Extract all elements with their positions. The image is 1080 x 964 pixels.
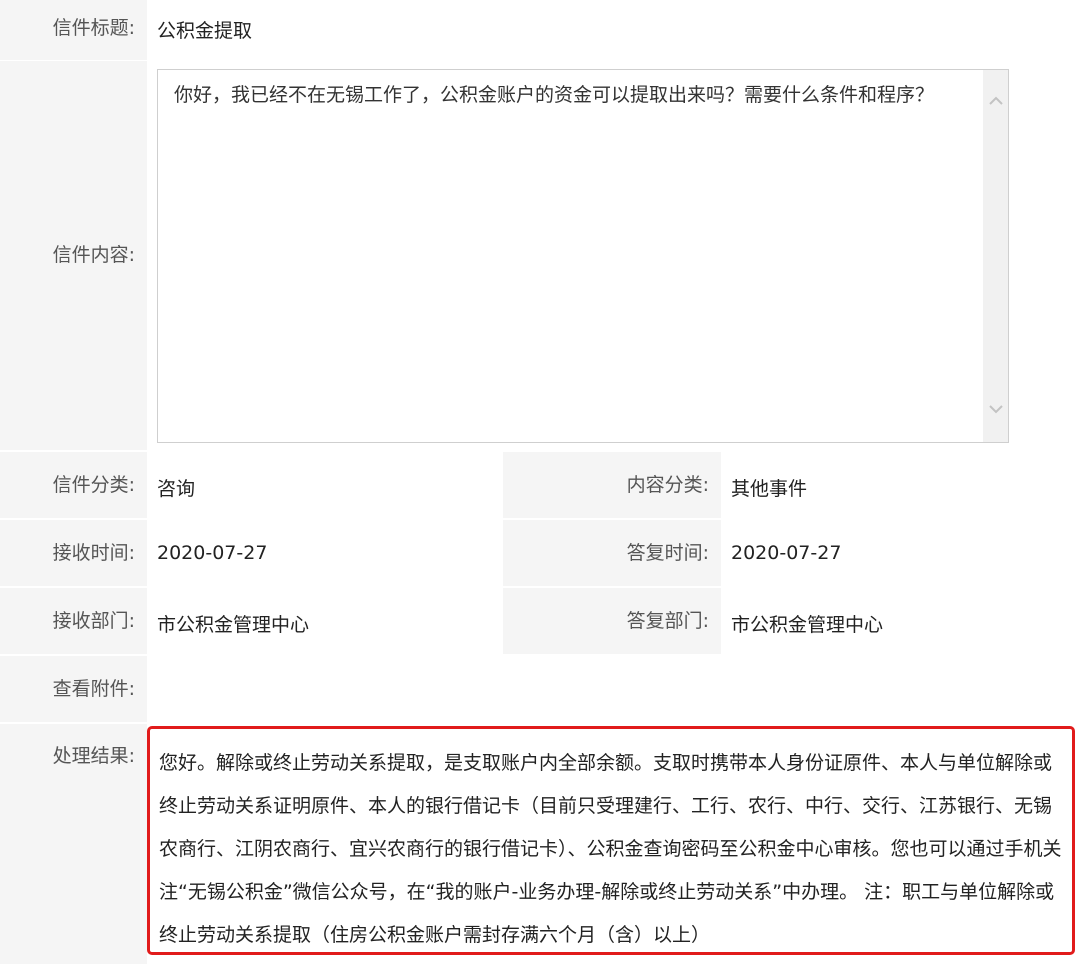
content-category-label: 内容分类: [503,452,721,518]
content-textarea[interactable] [157,69,1009,443]
category-label: 信件分类: [0,452,147,518]
result-text: 您好。解除或终止劳动关系提取，是支取账户内全部余额。支取时携带本人身份证原件、本… [159,752,1062,946]
reply-dept-value: 市公积金管理中心 [731,614,884,636]
category-value: 咨询 [157,478,196,500]
result-label: 处理结果: [0,724,147,964]
content-category-value: 其他事件 [731,478,808,500]
attachments-label: 查看附件: [0,656,147,722]
result-highlight-box: 您好。解除或终止劳动关系提取，是支取账户内全部余额。支取时携带本人身份证原件、本… [147,726,1075,955]
content-label: 信件内容: [0,61,147,450]
content-scrollbar[interactable] [983,70,1008,442]
receive-time-label: 接收时间: [0,520,147,586]
receive-time-value: 2020-07-27 [157,542,268,564]
receive-dept-label: 接收部门: [0,588,147,654]
reply-time-value: 2020-07-27 [731,542,842,564]
reply-time-label: 答复时间: [503,520,721,586]
chevron-down-icon[interactable] [989,404,1003,414]
subject-value: 公积金提取 [157,20,253,42]
reply-dept-label: 答复部门: [503,588,721,654]
chevron-up-icon[interactable] [989,96,1003,106]
receive-dept-value: 市公积金管理中心 [157,614,310,636]
subject-label: 信件标题: [0,0,147,60]
